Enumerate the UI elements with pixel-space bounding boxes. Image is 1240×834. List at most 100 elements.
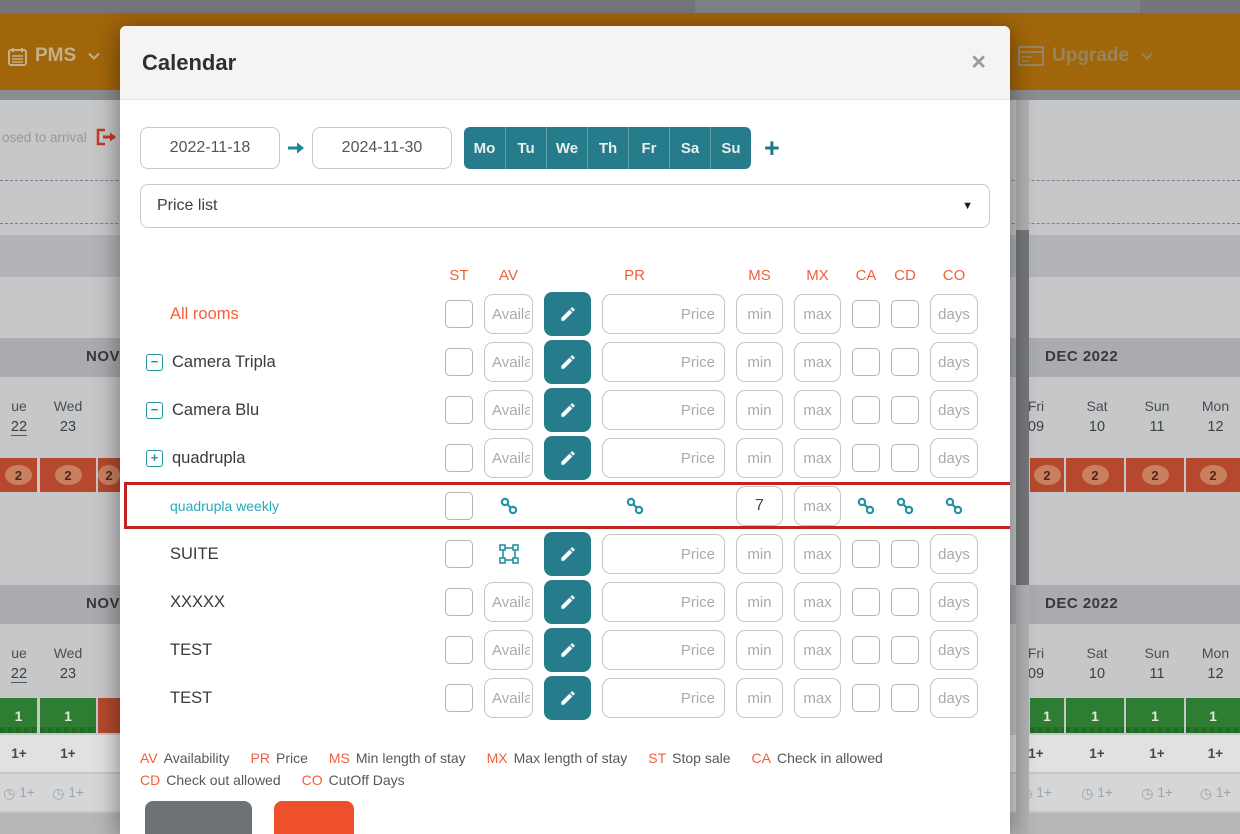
close-button[interactable] [274,801,354,834]
stop-sale-checkbox[interactable] [445,348,473,376]
price-input[interactable] [602,438,725,478]
checkin-checkbox[interactable] [852,588,880,616]
price-list-select[interactable]: Price list ▼ [140,184,990,228]
checkout-link-icon[interactable] [891,496,919,516]
checkout-checkbox[interactable] [891,684,919,712]
stop-sale-checkbox[interactable] [445,300,473,328]
edit-price-button[interactable] [544,580,591,624]
expand-icon[interactable]: + [146,449,163,467]
checkin-link-icon[interactable] [852,496,880,516]
min-stay-input[interactable] [736,294,783,334]
price-input[interactable] [602,390,725,430]
edit-price-button[interactable] [544,676,591,720]
min-stay-input[interactable] [736,390,783,430]
checkin-checkbox[interactable] [852,348,880,376]
derived-availability-icon[interactable] [484,544,533,564]
min-stay-input[interactable] [736,534,783,574]
checkout-checkbox[interactable] [891,540,919,568]
checkout-checkbox[interactable] [891,348,919,376]
stop-sale-checkbox[interactable] [445,396,473,424]
checkout-checkbox[interactable] [891,588,919,616]
weekday-su[interactable]: Su [710,127,751,169]
availability-input[interactable] [484,438,533,478]
edit-price-button[interactable] [544,292,591,336]
price-input[interactable] [602,678,725,718]
max-stay-input[interactable] [794,678,841,718]
add-period-button[interactable]: + [764,134,780,162]
edit-price-button[interactable] [544,628,591,672]
cutoff-days-input[interactable] [930,390,978,430]
checkin-checkbox[interactable] [852,300,880,328]
price-input[interactable] [602,294,725,334]
max-stay-input[interactable] [794,534,841,574]
min-stay-input[interactable] [736,342,783,382]
max-stay-input[interactable] [794,294,841,334]
cutoff-link-icon[interactable] [930,496,978,516]
cutoff-days-input[interactable] [930,678,978,718]
min-stay-input[interactable] [736,678,783,718]
submit-button[interactable] [145,801,252,834]
stop-sale-checkbox[interactable] [445,540,473,568]
price-input[interactable] [602,630,725,670]
edit-price-button[interactable] [544,388,591,432]
scrollbar-thumb[interactable] [1016,230,1029,585]
checkin-checkbox[interactable] [852,636,880,664]
stop-sale-checkbox[interactable] [445,684,473,712]
weekday-th[interactable]: Th [587,127,628,169]
price-link-icon[interactable] [544,496,725,516]
edit-price-button[interactable] [544,436,591,480]
availability-input[interactable] [484,582,533,622]
availability-input[interactable] [484,390,533,430]
min-stay-input[interactable] [736,630,783,670]
min-stay-input[interactable] [736,486,783,526]
weekday-sa[interactable]: Sa [669,127,710,169]
min-stay-input[interactable] [736,582,783,622]
availability-input[interactable] [484,678,533,718]
max-stay-input[interactable] [794,342,841,382]
checkout-checkbox[interactable] [891,396,919,424]
checkout-checkbox[interactable] [891,636,919,664]
cutoff-days-input[interactable] [930,438,978,478]
checkin-checkbox[interactable] [852,444,880,472]
checkin-checkbox[interactable] [852,684,880,712]
checkin-checkbox[interactable] [852,396,880,424]
min-stay-input[interactable] [736,438,783,478]
cutoff-days-input[interactable] [930,582,978,622]
availability-input[interactable] [484,294,533,334]
collapse-icon[interactable]: − [146,353,163,371]
edit-price-button[interactable] [544,340,591,384]
weekday-mo[interactable]: Mo [464,127,505,169]
cutoff-days-input[interactable] [930,294,978,334]
weekday-we[interactable]: We [546,127,587,169]
weekday-fr[interactable]: Fr [628,127,669,169]
max-stay-input[interactable] [794,438,841,478]
cutoff-days-input[interactable] [930,342,978,382]
max-stay-input[interactable] [794,486,841,526]
price-input[interactable] [602,534,725,574]
stop-sale-checkbox[interactable] [445,588,473,616]
price-input[interactable] [602,582,725,622]
stop-sale-checkbox[interactable] [445,444,473,472]
pms-menu[interactable]: PMS [8,45,100,67]
cutoff-days-input[interactable] [930,534,978,574]
cutoff-days-input[interactable] [930,630,978,670]
checkin-checkbox[interactable] [852,540,880,568]
max-stay-input[interactable] [794,630,841,670]
max-stay-input[interactable] [794,582,841,622]
date-to-input[interactable] [312,127,452,169]
price-input[interactable] [602,342,725,382]
availability-input[interactable] [484,342,533,382]
collapse-icon[interactable]: − [146,401,163,419]
max-stay-input[interactable] [794,390,841,430]
date-from-input[interactable] [140,127,280,169]
edit-price-button[interactable] [544,532,591,576]
weekday-tu[interactable]: Tu [505,127,546,169]
availability-input[interactable] [484,630,533,670]
close-icon[interactable]: × [971,50,986,75]
checkout-checkbox[interactable] [891,300,919,328]
stop-sale-checkbox[interactable] [445,492,473,520]
upgrade-menu[interactable]: Upgrade [1018,45,1153,67]
availability-link-icon[interactable] [484,496,533,516]
stop-sale-checkbox[interactable] [445,636,473,664]
checkout-checkbox[interactable] [891,444,919,472]
